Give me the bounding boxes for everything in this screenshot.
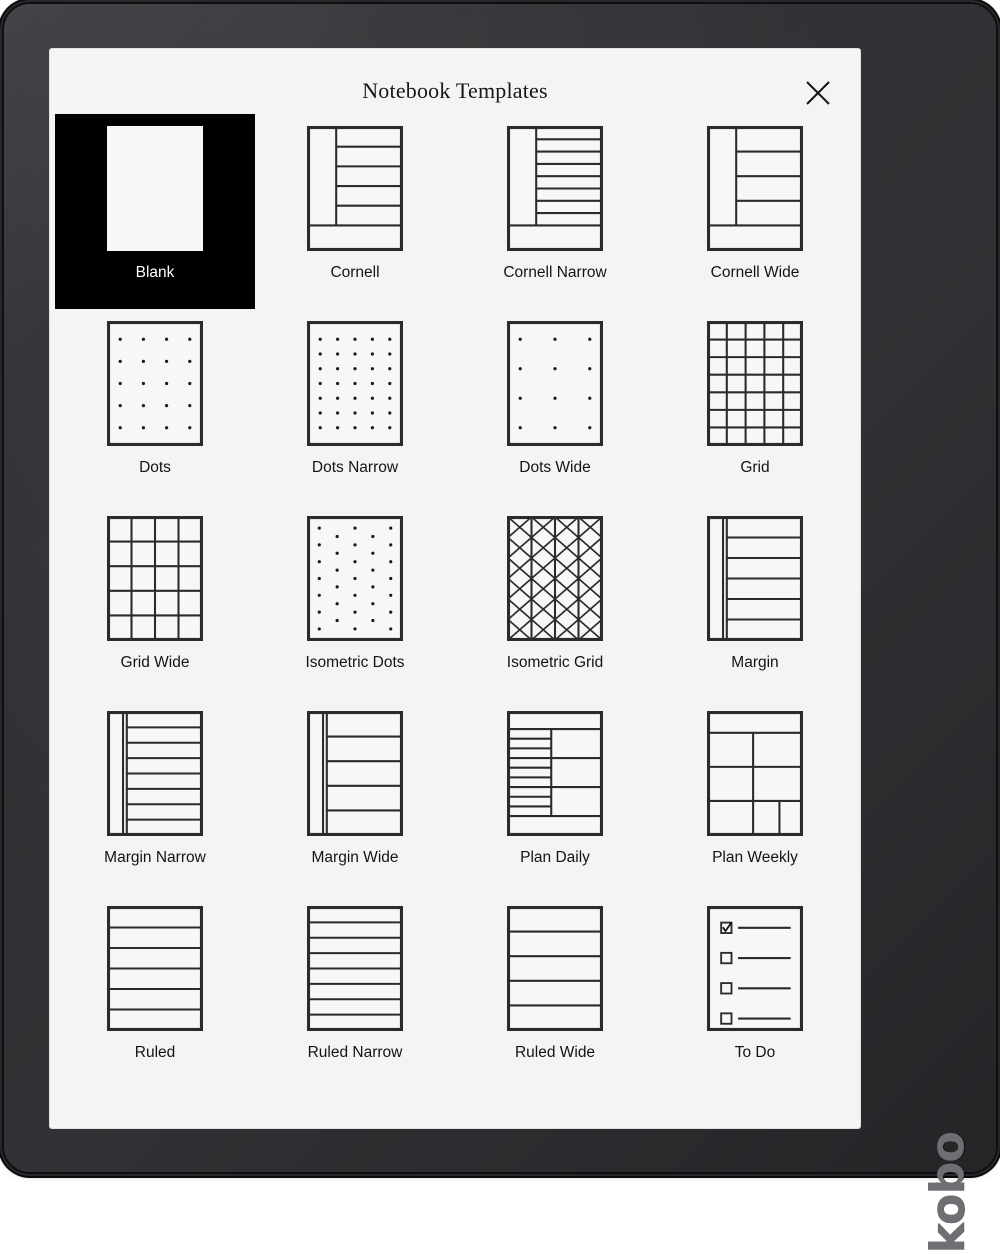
dialog-header: Notebook Templates — [49, 48, 861, 114]
template-label-isometric-dots: Isometric Dots — [305, 654, 405, 671]
kobo-brand-logo: kobo — [920, 1132, 974, 1254]
template-option-dots-wide[interactable]: Dots Wide — [455, 309, 655, 504]
template-label-cornell: Cornell — [330, 264, 380, 281]
template-thumbnail-grid-wide — [107, 516, 203, 641]
template-thumbnail-isometric-dots — [307, 516, 403, 641]
template-label-dots: Dots — [139, 459, 171, 476]
template-label-cornell-narrow: Cornell Narrow — [503, 264, 607, 281]
close-button[interactable] — [798, 73, 838, 113]
eink-screen: Notebook Templates Blank Cornell Cornell N… — [49, 48, 861, 1129]
template-label-grid: Grid — [740, 459, 770, 476]
template-option-ruled[interactable]: Ruled — [55, 894, 255, 1089]
template-option-cornell[interactable]: Cornell — [255, 114, 455, 309]
template-thumbnail-cornell-narrow — [507, 126, 603, 251]
template-label-isometric-grid: Isometric Grid — [506, 654, 604, 671]
template-option-cornell-wide[interactable]: Cornell Wide — [655, 114, 855, 309]
template-thumbnail-dots-wide — [507, 321, 603, 446]
template-option-dots[interactable]: Dots — [55, 309, 255, 504]
template-option-blank[interactable]: Blank — [55, 114, 255, 309]
template-option-isometric-dots[interactable]: Isometric Dots — [255, 504, 455, 699]
template-option-ruled-wide[interactable]: Ruled Wide — [455, 894, 655, 1089]
template-thumbnail-blank — [107, 126, 203, 251]
template-label-ruled-wide: Ruled Wide — [514, 1044, 596, 1061]
template-label-margin: Margin — [731, 654, 779, 671]
template-thumbnail-grid — [707, 321, 803, 446]
template-thumbnail-dots-narrow — [307, 321, 403, 446]
template-option-dots-narrow[interactable]: Dots Narrow — [255, 309, 455, 504]
template-label-plan-daily: Plan Daily — [520, 849, 590, 866]
template-label-margin-wide: Margin Wide — [311, 849, 399, 866]
template-grid: Blank Cornell Cornell Narrow Cornell Wide Do… — [49, 114, 861, 1089]
template-option-margin-narrow[interactable]: Margin Narrow — [55, 699, 255, 894]
template-thumbnail-ruled-wide — [507, 906, 603, 1031]
template-label-margin-narrow: Margin Narrow — [104, 849, 206, 866]
template-option-cornell-narrow[interactable]: Cornell Narrow — [455, 114, 655, 309]
template-thumbnail-plan-daily — [507, 711, 603, 836]
template-thumbnail-margin — [707, 516, 803, 641]
ereader-device: kobo Notebook Templates Blank Cornell Corn… — [4, 4, 996, 1254]
template-thumbnail-todo — [707, 906, 803, 1031]
template-thumbnail-cornell — [307, 126, 403, 251]
template-thumbnail-isometric-grid — [507, 516, 603, 641]
template-option-plan-daily[interactable]: Plan Daily — [455, 699, 655, 894]
template-option-isometric-grid[interactable]: Isometric Grid — [455, 504, 655, 699]
template-option-todo[interactable]: To Do — [655, 894, 855, 1089]
template-label-dots-narrow: Dots Narrow — [311, 459, 399, 476]
template-thumbnail-margin-wide — [307, 711, 403, 836]
template-thumbnail-margin-narrow — [107, 711, 203, 836]
template-label-ruled-narrow: Ruled Narrow — [307, 1044, 403, 1061]
template-label-plan-weekly: Plan Weekly — [712, 849, 798, 866]
template-option-grid[interactable]: Grid — [655, 309, 855, 504]
template-thumbnail-plan-weekly — [707, 711, 803, 836]
template-option-plan-weekly[interactable]: Plan Weekly — [655, 699, 855, 894]
template-thumbnail-dots — [107, 321, 203, 446]
template-thumbnail-cornell-wide — [707, 126, 803, 251]
close-icon — [806, 81, 830, 105]
template-thumbnail-ruled — [107, 906, 203, 1031]
template-thumbnail-ruled-narrow — [307, 906, 403, 1031]
template-option-grid-wide[interactable]: Grid Wide — [55, 504, 255, 699]
template-label-grid-wide: Grid Wide — [120, 654, 190, 671]
template-label-ruled: Ruled — [134, 1044, 176, 1061]
template-option-ruled-narrow[interactable]: Ruled Narrow — [255, 894, 455, 1089]
template-option-margin[interactable]: Margin — [655, 504, 855, 699]
template-label-cornell-wide: Cornell Wide — [710, 264, 800, 281]
template-option-margin-wide[interactable]: Margin Wide — [255, 699, 455, 894]
template-label-todo: To Do — [734, 1044, 776, 1061]
page-title: Notebook Templates — [362, 78, 548, 103]
template-label-dots-wide: Dots Wide — [519, 459, 591, 476]
template-label-blank: Blank — [135, 264, 175, 281]
